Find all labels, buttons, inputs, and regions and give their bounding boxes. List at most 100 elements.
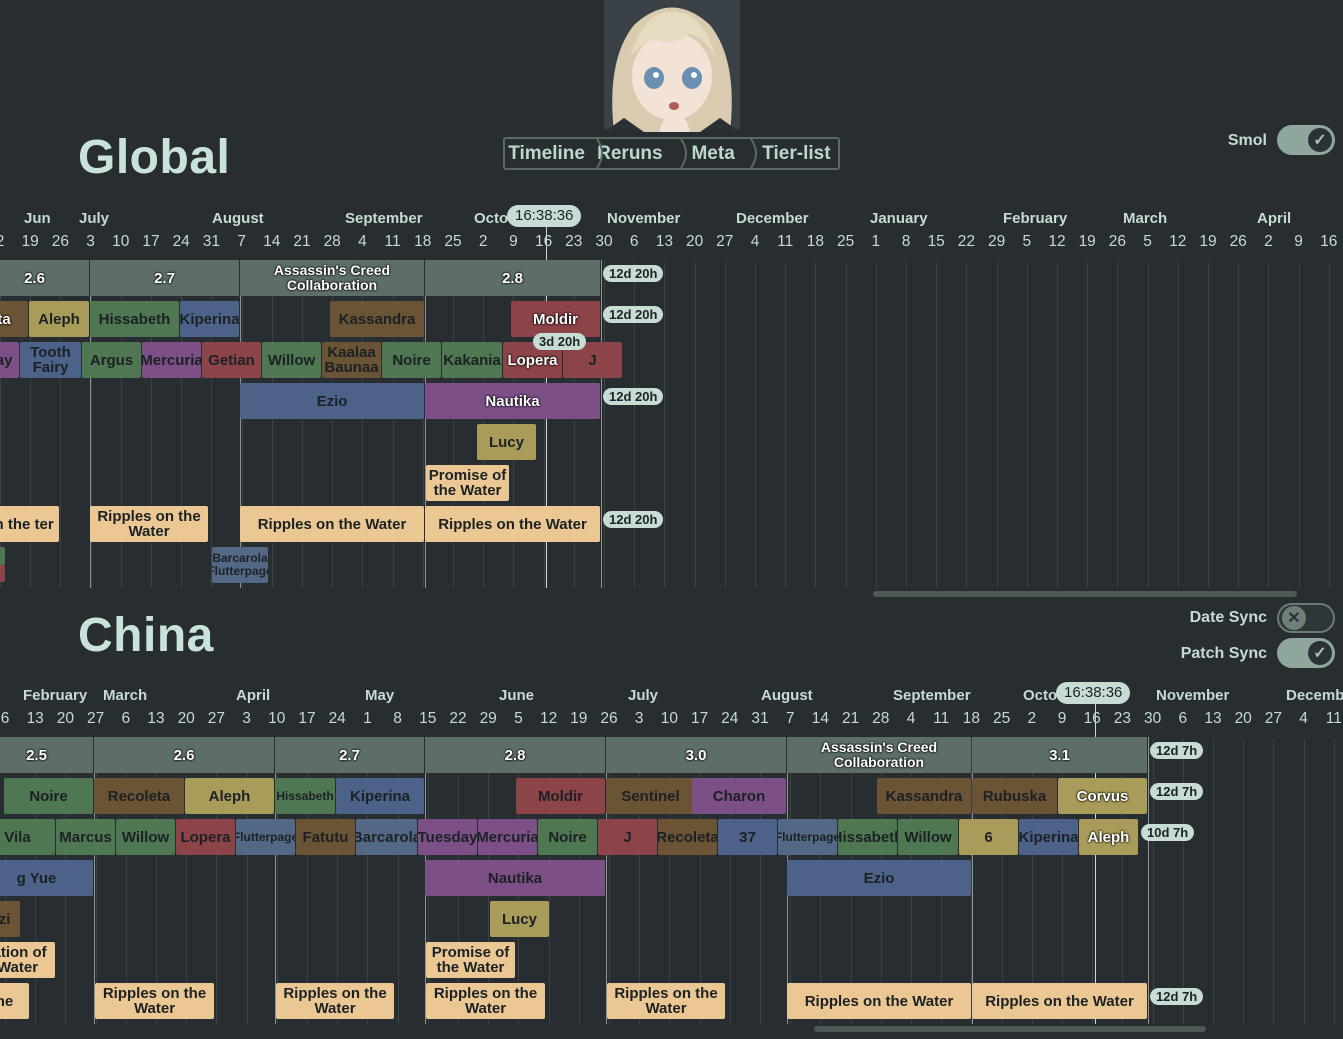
- month-label: April: [236, 687, 271, 704]
- banner-bar[interactable]: Barcarola: [356, 819, 417, 855]
- day-label: 11: [933, 710, 950, 727]
- banner-bar[interactable]: Kiperina: [1019, 819, 1078, 855]
- month-label: August: [761, 687, 813, 704]
- banner-bar[interactable]: Recoleta: [94, 778, 184, 814]
- grid-line: [1333, 739, 1335, 1024]
- banner-bar[interactable]: Fatutu: [296, 819, 355, 855]
- month-label: February: [23, 687, 88, 704]
- banner-bar[interactable]: gzi: [0, 901, 20, 937]
- day-label: 20: [56, 710, 75, 727]
- patch-bar[interactable]: 2.5: [0, 737, 93, 773]
- day-label: 13: [147, 710, 165, 727]
- day-label: 30: [1143, 710, 1162, 727]
- grid-line: [1182, 739, 1184, 1024]
- day-label: 20: [1234, 710, 1252, 727]
- banner-bar[interactable]: Nautika: [425, 860, 605, 896]
- patch-bar[interactable]: 2.7: [275, 737, 424, 773]
- month-label: May: [365, 687, 395, 704]
- banner-bar[interactable]: Lopera: [176, 819, 235, 855]
- banner-bar[interactable]: Flutterpage: [236, 819, 295, 855]
- banner-bar[interactable]: Willow: [898, 819, 958, 855]
- grid-line: [1273, 739, 1275, 1024]
- banner-bar[interactable]: Moldir: [516, 778, 605, 814]
- day-label: 28: [872, 710, 890, 727]
- banner-bar[interactable]: Tuesday: [418, 819, 477, 855]
- day-label: 24: [328, 710, 346, 727]
- patch-divider: [1148, 737, 1149, 1024]
- banner-bar[interactable]: Ripples on the Water: [787, 983, 971, 1019]
- day-label: 12: [539, 710, 558, 727]
- day-label: 18: [962, 710, 981, 727]
- banner-bar[interactable]: Hissabeth: [275, 778, 335, 814]
- banner-bar[interactable]: Noire: [4, 778, 93, 814]
- day-label: 9: [1057, 710, 1067, 727]
- global-scrollbar[interactable]: [873, 591, 1297, 597]
- day-label: 3: [242, 710, 251, 727]
- month-label: March: [103, 687, 148, 704]
- banner-bar[interactable]: Ezio: [787, 860, 971, 896]
- banner-bar[interactable]: Aleph: [185, 778, 274, 814]
- banner-bar[interactable]: Flutterpage: [778, 819, 837, 855]
- banner-bar[interactable]: Sentinel: [606, 778, 695, 814]
- day-label: 2: [1027, 710, 1037, 727]
- day-label: 27: [207, 710, 226, 727]
- patch-bar[interactable]: 3.0: [606, 737, 786, 773]
- china-timeline: February March April May June July August Septe…: [0, 0, 1343, 1039]
- grid-line: [1213, 739, 1214, 1024]
- day-label: 6: [121, 710, 131, 727]
- banner-bar[interactable]: Ripples on the Water: [426, 983, 545, 1019]
- banner-bar[interactable]: Aleph: [1079, 819, 1138, 855]
- banner-bar[interactable]: Marcus: [56, 819, 115, 855]
- day-label: 11: [1325, 710, 1342, 727]
- time-remaining-badge: 12d 7h: [1150, 742, 1204, 759]
- patch-bar[interactable]: 2.6: [94, 737, 274, 773]
- day-label: 4: [906, 710, 916, 727]
- banner-bar[interactable]: Noire: [538, 819, 597, 855]
- banner-bar[interactable]: Recoleta: [658, 819, 717, 855]
- banner-bar[interactable]: he: [0, 983, 29, 1019]
- day-label: 27: [1264, 710, 1283, 727]
- banner-bar[interactable]: Vila: [0, 819, 55, 855]
- banner-bar[interactable]: Charon: [692, 778, 786, 814]
- day-label: 1: [363, 710, 372, 727]
- time-remaining-badge: 10d 7h: [1141, 824, 1195, 841]
- banner-bar[interactable]: 6: [959, 819, 1018, 855]
- banner-bar[interactable]: 37: [718, 819, 777, 855]
- day-label: 15: [419, 710, 437, 727]
- day-label: 5: [514, 710, 523, 727]
- month-label: Octo: [1023, 687, 1058, 704]
- month-label: July: [628, 687, 659, 704]
- day-label: 16: [1083, 710, 1101, 727]
- banner-bar[interactable]: Ripples on the Water: [276, 983, 394, 1019]
- patch-bar[interactable]: Assassin's Creed Collaboration: [787, 737, 971, 773]
- banner-bar[interactable]: Corvus: [1058, 778, 1147, 814]
- day-label: 14: [811, 710, 830, 727]
- day-label: 21: [841, 710, 860, 727]
- month-label: September: [893, 687, 971, 704]
- banner-bar[interactable]: Hissabeth: [838, 819, 897, 855]
- banner-bar[interactable]: Promise of the Water: [426, 942, 515, 978]
- day-label: 25: [992, 710, 1011, 727]
- china-scrollbar[interactable]: [814, 1026, 1206, 1032]
- day-label: 26: [600, 710, 618, 727]
- banner-bar[interactable]: Rubuska: [972, 778, 1057, 814]
- banner-bar[interactable]: lation of Water: [0, 942, 55, 978]
- grid-line: [1303, 739, 1305, 1024]
- day-label: 23: [1113, 710, 1132, 727]
- day-label: 19: [570, 710, 588, 727]
- banner-bar[interactable]: Ripples on the Water: [972, 983, 1147, 1019]
- patch-bar[interactable]: 2.8: [425, 737, 605, 773]
- banner-bar[interactable]: Ripples on the Water: [607, 983, 725, 1019]
- patch-bar[interactable]: 3.1: [972, 737, 1147, 773]
- month-label: November: [1156, 687, 1230, 704]
- banner-bar[interactable]: J: [598, 819, 657, 855]
- day-label: 6: [0, 710, 10, 727]
- banner-bar[interactable]: Willow: [116, 819, 175, 855]
- banner-bar[interactable]: g Yue: [0, 860, 93, 896]
- banner-bar[interactable]: Kiperina: [336, 778, 424, 814]
- banner-bar[interactable]: Kassandra: [877, 778, 971, 814]
- banner-bar[interactable]: Lucy: [490, 901, 549, 937]
- banner-bar[interactable]: Ripples on the Water: [95, 983, 214, 1019]
- day-label: 31: [751, 710, 769, 727]
- banner-bar[interactable]: Mercuria: [478, 819, 537, 855]
